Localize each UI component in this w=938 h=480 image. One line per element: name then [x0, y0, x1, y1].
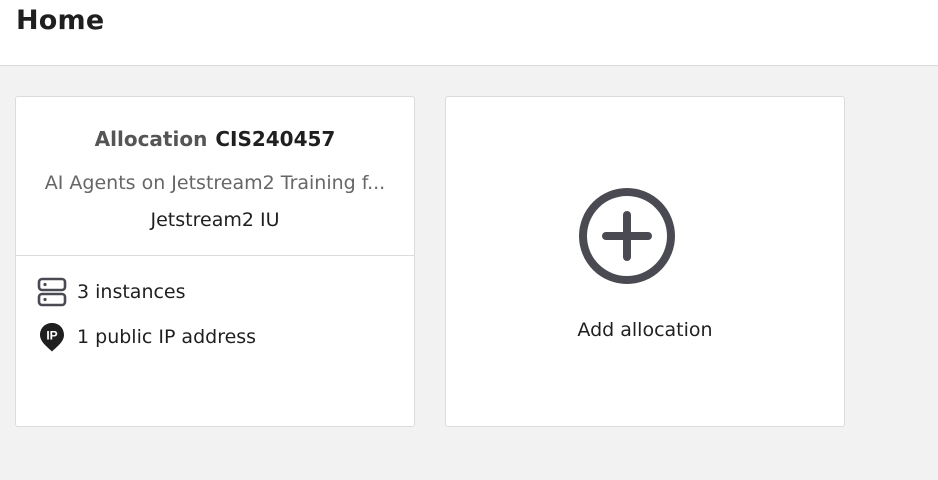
allocation-site: Jetstream2 IU [150, 209, 280, 231]
server-icon [37, 277, 67, 307]
instances-count: 3 instances [77, 281, 186, 303]
allocation-description: AI Agents on Jetstream2 Training f... [44, 172, 386, 194]
add-allocation-label: Add allocation [577, 319, 713, 341]
public-ip-row[interactable]: IP 1 public IP address [37, 322, 256, 352]
add-allocation-card[interactable]: Add allocation [445, 96, 845, 427]
allocation-card-header: Allocation CIS240457 AI Agents on Jetstre… [16, 97, 414, 256]
ip-location-pin-icon: IP [37, 322, 67, 352]
svg-text:IP: IP [46, 329, 57, 343]
instances-row[interactable]: 3 instances [37, 277, 186, 307]
allocation-card[interactable]: Allocation CIS240457 AI Agents on Jetstre… [15, 96, 415, 427]
allocation-id: CIS240457 [215, 127, 336, 151]
page-title: Home [16, 5, 105, 36]
public-ip-count: 1 public IP address [77, 326, 257, 348]
page-header: Home [0, 0, 938, 66]
allocation-label: Allocation [94, 127, 208, 151]
plus-circle-icon[interactable] [577, 186, 677, 286]
allocation-heading: Allocation CIS240457 [16, 97, 414, 152]
